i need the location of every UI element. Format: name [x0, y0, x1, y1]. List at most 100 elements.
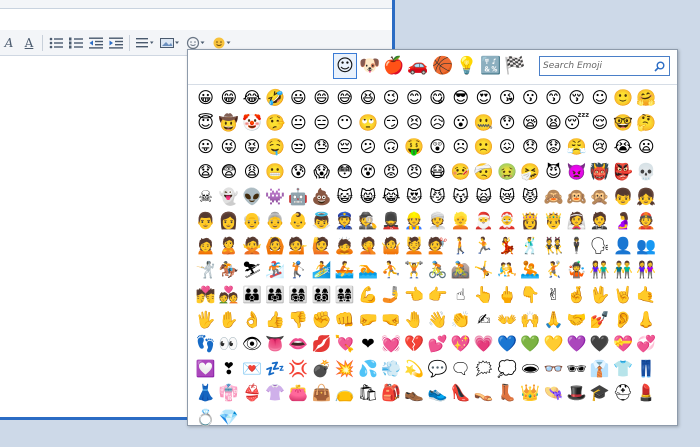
emoji-cell[interactable]: 🤣: [264, 86, 287, 111]
category-travel-icon[interactable]: 🚗: [406, 53, 430, 79]
emoji-cell[interactable]: 👁: [240, 332, 263, 357]
emoji-cell[interactable]: 👜: [310, 381, 333, 406]
emoji-cell[interactable]: ✋: [217, 307, 240, 332]
emoji-cell[interactable]: 🤠: [217, 111, 240, 136]
emoji-cell[interactable]: 🎅: [472, 209, 495, 234]
emoji-cell[interactable]: 💭: [495, 357, 518, 382]
emoji-cell[interactable]: ⛷: [240, 258, 263, 283]
emoji-cell[interactable]: 💎: [217, 406, 240, 431]
emoji-cell[interactable]: 😈: [542, 160, 565, 185]
emoji-cell[interactable]: 👊: [333, 307, 356, 332]
emoji-cell[interactable]: 😝: [240, 135, 263, 160]
emoji-cell[interactable]: 😮: [449, 111, 472, 136]
emoji-cell[interactable]: 💔: [403, 332, 426, 357]
emoji-cell[interactable]: 🤰: [611, 209, 634, 234]
emoji-cell[interactable]: 👯: [542, 234, 565, 259]
emoji-cell[interactable]: 🙍: [194, 234, 217, 259]
emoji-cell[interactable]: 👵: [264, 209, 287, 234]
emoji-cell[interactable]: 🙁: [472, 135, 495, 160]
emoji-cell[interactable]: 👾: [264, 184, 287, 209]
emoji-cell[interactable]: 🎩: [565, 381, 588, 406]
emoji-cell[interactable]: 😕: [356, 135, 379, 160]
emoji-cell[interactable]: 👲: [635, 209, 658, 234]
emoji-cell[interactable]: 🚵: [449, 258, 472, 283]
emoji-cell[interactable]: 🤢: [495, 160, 518, 185]
emoji-cell[interactable]: 💏: [194, 283, 217, 308]
emoji-cell[interactable]: 😚: [565, 86, 588, 111]
emoji-cell[interactable]: 😎: [449, 86, 472, 111]
emoji-cell[interactable]: 🤗: [635, 86, 658, 111]
emoji-cell[interactable]: 🤤: [264, 135, 287, 160]
emoji-cell[interactable]: 👥: [635, 234, 658, 259]
emoji-cell[interactable]: 💦: [356, 357, 379, 382]
emoji-cell[interactable]: 🤘: [611, 283, 634, 308]
emoji-cell[interactable]: ⛑: [611, 381, 634, 406]
emoji-cell[interactable]: 😃: [287, 86, 310, 111]
emoji-cell[interactable]: 😂: [240, 86, 263, 111]
emoji-cell[interactable]: 🙈: [542, 184, 565, 209]
emoji-cell[interactable]: 👠: [449, 381, 472, 406]
emoji-cell[interactable]: 🙅: [240, 234, 263, 259]
emoji-cell[interactable]: 😁: [217, 86, 240, 111]
emoji-cell[interactable]: 🤚: [403, 307, 426, 332]
emoji-cell[interactable]: 👣: [194, 332, 217, 357]
emoji-cell[interactable]: 😩: [240, 160, 263, 185]
emoji-cell[interactable]: 👨‍👩‍👦‍👦: [310, 283, 333, 308]
emoji-cell[interactable]: 👙: [240, 381, 263, 406]
emoji-cell[interactable]: 👸: [519, 209, 542, 234]
emoji-cell[interactable]: 🗣: [588, 234, 611, 259]
emoji-cell[interactable]: 👽: [240, 184, 263, 209]
emoji-cell[interactable]: 😊: [403, 86, 426, 111]
emoji-cell[interactable]: 👪: [240, 283, 263, 308]
emoji-cell[interactable]: ✍: [472, 307, 495, 332]
emoji-cell[interactable]: 💌: [240, 357, 263, 382]
emoji-cell[interactable]: 🤒: [449, 160, 472, 185]
emoji-cell[interactable]: 😳: [333, 160, 356, 185]
emoji-cell[interactable]: 💙: [495, 332, 518, 357]
emoji-cell[interactable]: 😼: [426, 184, 449, 209]
emoji-cell[interactable]: 😅: [333, 86, 356, 111]
emoji-cell[interactable]: 😱: [310, 160, 333, 185]
emoji-cell[interactable]: 💫: [403, 357, 426, 382]
emoji-cell[interactable]: 👄: [287, 332, 310, 357]
emoji-cell[interactable]: 💞: [635, 332, 658, 357]
emoji-cell[interactable]: 🙏: [542, 307, 565, 332]
emoji-cell[interactable]: 🕶: [565, 357, 588, 382]
emoji-cell[interactable]: 🤶: [495, 209, 518, 234]
emoji-cell[interactable]: 🤜: [380, 307, 403, 332]
emoji-cell[interactable]: 😉: [380, 86, 403, 111]
emoji-cell[interactable]: 👒: [542, 381, 565, 406]
emoji-cell[interactable]: 😢: [588, 135, 611, 160]
emoji-cell[interactable]: 🎓: [588, 381, 611, 406]
emoji-cell[interactable]: 😑: [310, 111, 333, 136]
emoji-cell[interactable]: 🙄: [356, 111, 379, 136]
emoji-cell[interactable]: 😸: [356, 184, 379, 209]
emoji-cell[interactable]: 🚶: [449, 234, 472, 259]
emoji-cell[interactable]: 🖐: [194, 307, 217, 332]
numbered-list-icon[interactable]: [69, 35, 83, 51]
emoji-cell[interactable]: 🤡: [240, 111, 263, 136]
emoji-cell[interactable]: 👑: [519, 381, 542, 406]
emoji-cell[interactable]: 🤞: [565, 283, 588, 308]
emoji-cell[interactable]: 👕: [611, 357, 634, 382]
indent-icon[interactable]: [109, 35, 123, 51]
emoji-cell[interactable]: 👹: [588, 160, 611, 185]
emoji-cell[interactable]: 🤙: [635, 283, 658, 308]
emoji-cell[interactable]: 👦: [611, 184, 634, 209]
emoji-cell[interactable]: 😍: [472, 86, 495, 111]
emoji-cell[interactable]: 🏋: [403, 258, 426, 283]
emoji-cell[interactable]: 😵: [356, 160, 379, 185]
emoji-cell[interactable]: 👿: [565, 160, 588, 185]
emoji-cell[interactable]: 💣: [310, 357, 333, 382]
emoji-cell[interactable]: 😤: [565, 135, 588, 160]
emoji-cell[interactable]: 😽: [449, 184, 472, 209]
emoji-cell[interactable]: 💂: [380, 209, 403, 234]
emoji-cell[interactable]: 💅: [588, 307, 611, 332]
emoji-cell[interactable]: 🕳: [519, 357, 542, 382]
emoji-cell[interactable]: 👘: [217, 381, 240, 406]
emoji-cell[interactable]: 🗨: [449, 357, 472, 382]
emoji-cell[interactable]: 👆: [472, 283, 495, 308]
category-smileys-icon[interactable]: ☺: [333, 53, 357, 79]
italic-button[interactable]: A: [2, 35, 16, 51]
emoji-cell[interactable]: 🤳: [380, 283, 403, 308]
